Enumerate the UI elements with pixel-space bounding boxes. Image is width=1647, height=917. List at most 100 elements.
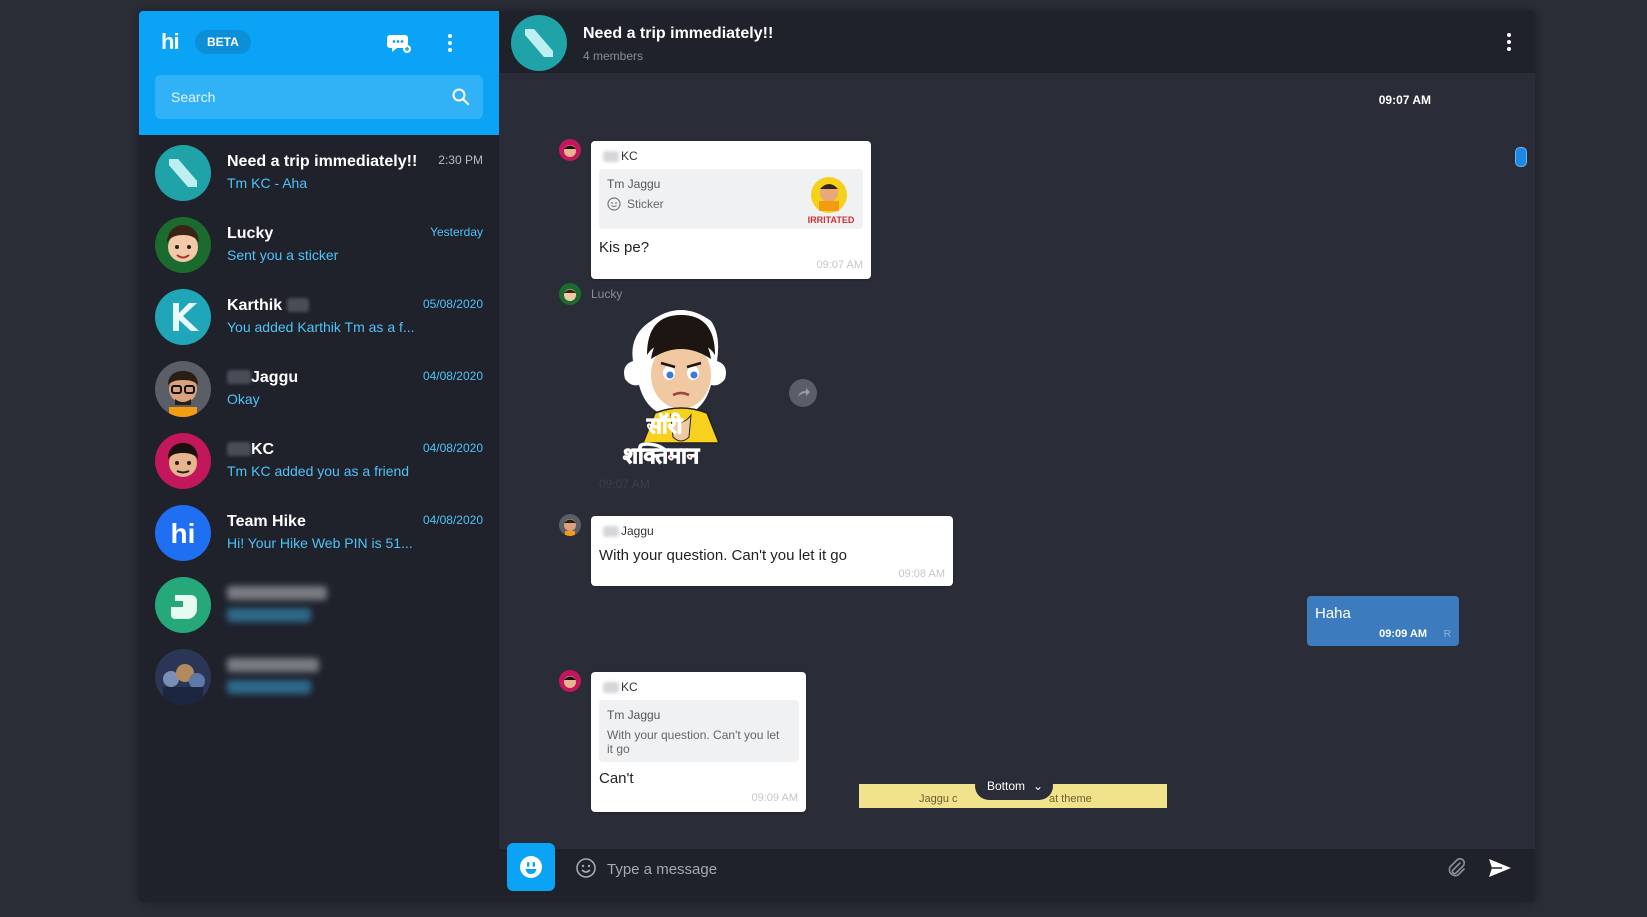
message-text: Kis pe? <box>599 239 650 256</box>
member-count: 4 members <box>583 49 644 63</box>
quoted-message[interactable]: Tm Jaggu Sticker IRRITATED <box>599 169 863 229</box>
message-time: 09:09 AM <box>751 792 798 804</box>
emoji-icon[interactable] <box>575 857 597 879</box>
message-sender: KC <box>603 149 638 163</box>
notice-text: at theme <box>1049 793 1092 805</box>
chat-item-karthik[interactable]: Karthik You added Karthik Tm as a f... 0… <box>139 281 499 353</box>
message-list[interactable]: 09:07 AM KC Tm Jaggu Sticker IRRITATED K… <box>499 73 1535 849</box>
more-vertical-icon[interactable] <box>1499 31 1519 53</box>
chat-name: Lucky <box>227 225 274 242</box>
notice-text: Jaggu c <box>919 793 958 805</box>
message-time: 09:07 AM <box>816 259 863 271</box>
forward-button[interactable] <box>789 379 817 407</box>
chat-name: Jaggu <box>227 369 298 387</box>
message-sender: Jaggu <box>603 524 654 538</box>
message-time: 09:09 AM <box>1379 628 1427 640</box>
forward-icon <box>798 388 810 397</box>
hike-logo: hi <box>161 29 180 54</box>
message-text: With your question. Can't you let it go <box>599 547 847 564</box>
chat-name-redacted <box>227 585 327 603</box>
chat-avatar <box>155 577 211 633</box>
kc-avatar <box>155 433 211 489</box>
read-status: R <box>1443 629 1451 640</box>
message-text: Haha <box>1315 605 1351 622</box>
scrollbar-thumb[interactable] <box>1515 147 1527 167</box>
scroll-to-bottom-label: Bottom <box>987 779 1026 793</box>
message-time: 09:08 AM <box>898 568 945 580</box>
jaggu-avatar <box>559 514 581 536</box>
sidebar: hi BETA Search Need a trip immediately!!… <box>139 11 499 902</box>
chevron-down-icon: ⌄ <box>1032 779 1044 793</box>
message-timestamp: 09:07 AM <box>1378 93 1431 107</box>
quoted-text: With your question. Can't you let it go <box>607 728 780 756</box>
search-bar <box>155 75 483 119</box>
chat-preview: You added Karthik Tm as a f... <box>227 319 415 335</box>
message-time: 09:07 AM <box>599 477 650 491</box>
outgoing-message-bubble[interactable]: Haha 09:09 AM R <box>1307 596 1459 646</box>
search-input[interactable] <box>155 75 467 119</box>
chat-preview: Hi! Your Hike Web PIN is 51... <box>227 535 413 551</box>
chat-name: Karthik <box>227 297 309 315</box>
quoted-message[interactable]: Tm Jaggu With your question. Can't you l… <box>599 700 799 762</box>
app-window: hi BETA Search Need a trip immediately!!… <box>139 11 1535 902</box>
chat-preview: Tm KC - Aha <box>227 175 308 191</box>
chat-time: 04/08/2020 <box>422 513 483 527</box>
quoted-sender: Tm Jaggu <box>607 708 661 722</box>
chat-item-lucky[interactable]: Lucky Sent you a sticker Yesterday <box>139 209 499 281</box>
message-bubble[interactable]: Jaggu With your question. Can't you let … <box>591 516 953 586</box>
jaggu-avatar <box>155 361 211 417</box>
message-bubble[interactable]: KC Tm Jaggu Sticker IRRITATED Kis pe? 09… <box>591 141 871 279</box>
kc-avatar <box>559 139 581 161</box>
kc-avatar <box>559 670 581 692</box>
svg-text:hi: hi <box>171 518 196 549</box>
message-bubble[interactable]: KC Tm Jaggu With your question. Can't yo… <box>591 672 806 812</box>
chat-name-redacted <box>227 657 319 675</box>
chat-time: 04/08/2020 <box>422 441 483 455</box>
send-icon[interactable] <box>1487 855 1513 881</box>
scroll-to-bottom-button[interactable]: Bottom ⌄ <box>975 772 1054 800</box>
group-avatar <box>155 145 211 201</box>
conversation-pane: Need a trip immediately!! 4 members 09:0… <box>499 11 1535 902</box>
sticker-text: सॉरी <box>646 412 684 439</box>
chat-time: 05/08/2020 <box>422 297 483 311</box>
sticker-sorry-shaktimaan[interactable]: सॉरी शक्तिमान <box>617 303 749 475</box>
karthik-avatar <box>155 289 211 345</box>
chat-preview-redacted <box>227 679 311 695</box>
chat-preview-redacted <box>227 607 311 623</box>
new-chat-icon[interactable] <box>386 30 412 56</box>
chat-item-blurred[interactable] <box>139 641 499 713</box>
message-input[interactable] <box>599 849 1395 889</box>
chat-name: Need a trip immediately!! <box>227 153 418 170</box>
smiley-sticker-icon <box>520 856 542 878</box>
chat-preview: Okay <box>227 391 260 407</box>
attachment-icon[interactable] <box>1445 857 1467 879</box>
message-text: Can't <box>599 770 634 787</box>
lucky-avatar <box>155 217 211 273</box>
lucky-avatar <box>559 283 581 305</box>
sticker-caption: IRRITATED <box>808 215 855 225</box>
more-vertical-icon[interactable] <box>437 30 463 56</box>
chat-item-team-hike[interactable]: hi Team Hike Hi! Your Hike Web PIN is 51… <box>139 497 499 569</box>
sticker-picker-button[interactable] <box>507 843 555 891</box>
sidebar-header: hi BETA <box>139 11 499 135</box>
chat-name: KC <box>227 441 274 459</box>
chat-item-need-a-trip[interactable]: Need a trip immediately!! Tm KC - Aha 2:… <box>139 137 499 209</box>
chat-item-blurred[interactable] <box>139 569 499 641</box>
message-sender: Lucky <box>591 287 623 301</box>
group-avatar[interactable] <box>511 15 567 71</box>
message-sender: KC <box>603 680 638 694</box>
chat-name: Team Hike <box>227 513 306 530</box>
conversation-title: Need a trip immediately!! <box>583 25 774 42</box>
chat-item-kc[interactable]: KC Tm KC added you as a friend 04/08/202… <box>139 425 499 497</box>
message-composer <box>499 843 1535 902</box>
sticker-icon <box>607 197 621 211</box>
sticker-text: शक्तिमान <box>623 442 700 469</box>
quoted-text: Sticker <box>627 197 664 211</box>
chat-time: 2:30 PM <box>438 153 483 167</box>
sticker-thumbnail: IRRITATED <box>808 177 855 225</box>
chat-time: Yesterday <box>430 225 483 239</box>
chat-item-jaggu[interactable]: Jaggu Okay 04/08/2020 <box>139 353 499 425</box>
quoted-sender: Tm Jaggu <box>607 177 661 191</box>
search-icon[interactable] <box>451 87 471 107</box>
beta-badge: BETA <box>195 30 251 54</box>
